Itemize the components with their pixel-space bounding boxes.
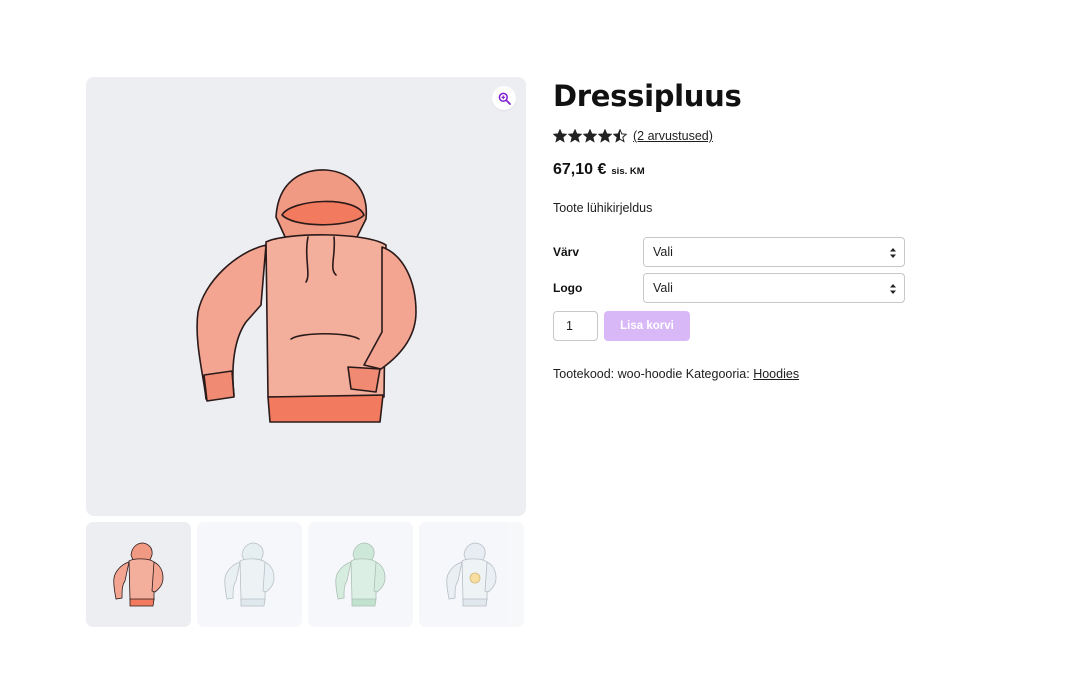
product-gallery <box>86 77 526 627</box>
thumbnail-image <box>335 542 386 607</box>
variations-form: Värv Vali Logo Vali <box>553 237 913 303</box>
variation-label: Värv <box>553 245 580 259</box>
variation-label: Logo <box>553 281 583 295</box>
variation-logo-row: Logo Vali <box>553 273 913 303</box>
thumbnail-hoodie-blue[interactable] <box>197 522 302 627</box>
product-price: 67,10 € <box>553 161 607 178</box>
add-to-cart-button[interactable]: Lisa korvi <box>604 311 690 341</box>
sku-value: woo-hoodie <box>617 367 683 381</box>
review-count-link[interactable]: (2 arvustused) <box>633 129 713 143</box>
quantity-input[interactable] <box>553 311 598 341</box>
thumbnail-image <box>224 542 275 607</box>
variation-color-row: Värv Vali <box>553 237 913 267</box>
thumbnail-image <box>446 542 497 607</box>
category-link[interactable]: Hoodies <box>753 367 799 381</box>
logo-select[interactable]: Vali <box>643 273 905 303</box>
thumbnail-hoodie-red[interactable] <box>86 522 191 627</box>
add-to-cart-row: Lisa korvi <box>553 311 913 341</box>
thumbnail-hoodie-logo[interactable] <box>419 522 524 627</box>
star-icon <box>613 129 627 143</box>
star-icon <box>553 129 567 143</box>
zoom-button[interactable] <box>492 86 516 110</box>
category-label: Kategooria: <box>685 367 750 381</box>
star-icon <box>583 129 597 143</box>
star-icon <box>598 129 612 143</box>
product-page: Dressipluus (2 arvustused) 67,10 € sis. … <box>0 0 1080 675</box>
select-value: Vali <box>653 281 673 295</box>
hoodie-illustration <box>196 169 417 423</box>
product-title: Dressipluus <box>553 79 742 113</box>
color-select[interactable]: Vali <box>643 237 905 267</box>
rating-row: (2 arvustused) <box>553 128 913 144</box>
price-row: 67,10 € sis. KM <box>553 161 913 179</box>
star-icon <box>568 129 582 143</box>
star-rating <box>553 129 627 143</box>
product-summary: Dressipluus (2 arvustused) 67,10 € sis. … <box>553 77 913 381</box>
select-arrows-icon <box>890 284 896 294</box>
thumbnail-image <box>113 542 164 607</box>
select-value: Vali <box>653 245 673 259</box>
thumbnail-hoodie-green[interactable] <box>308 522 413 627</box>
main-product-image[interactable] <box>86 77 526 516</box>
magnifier-plus-icon <box>498 92 511 105</box>
gallery-thumbnails <box>86 522 526 627</box>
short-description: Toote lühikirjeldus <box>553 201 653 215</box>
sku-label: Tootekood: <box>553 367 615 381</box>
price-tax-suffix: sis. KM <box>611 166 645 177</box>
product-meta: Tootekood: woo-hoodie Kategooria: Hoodie… <box>553 367 913 381</box>
select-arrows-icon <box>890 248 896 258</box>
